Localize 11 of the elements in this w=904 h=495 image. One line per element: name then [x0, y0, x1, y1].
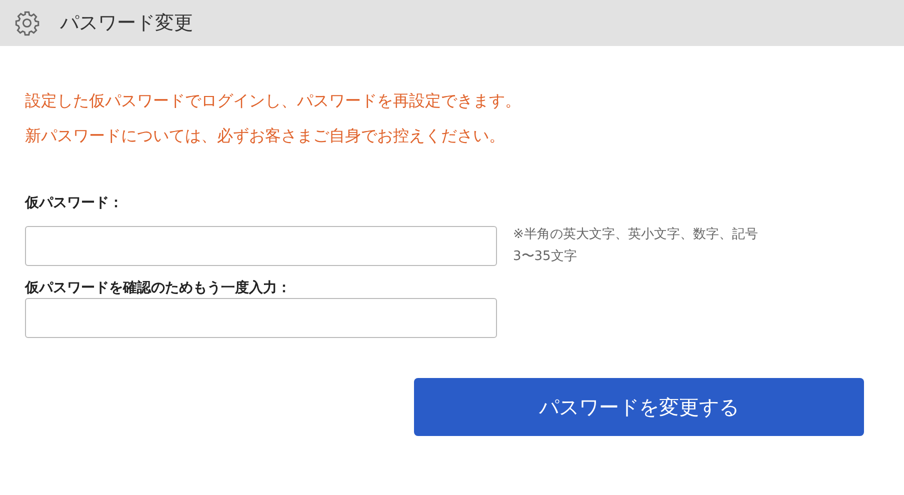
settings-icon	[14, 10, 40, 36]
password-field[interactable]	[25, 298, 497, 338]
submit-button[interactable]: パスワードを変更する	[414, 378, 864, 436]
page-title: パスワード変更	[60, 11, 193, 36]
notice-text: 新パスワードについては、必ずお客さまご自身でお控えください。	[25, 125, 506, 147]
hint-text: 3〜35文字	[513, 248, 578, 266]
notice-text: 設定した仮パスワードでログインし、パスワードを再設定できます。	[25, 90, 522, 112]
hint-text: ※半角の英大文字、英小文字、数字、記号	[513, 226, 758, 244]
field-label: 仮パスワード：	[25, 194, 124, 213]
password-field[interactable]	[25, 226, 497, 266]
field-label: 仮パスワードを確認のためもう一度入力：	[25, 278, 292, 298]
